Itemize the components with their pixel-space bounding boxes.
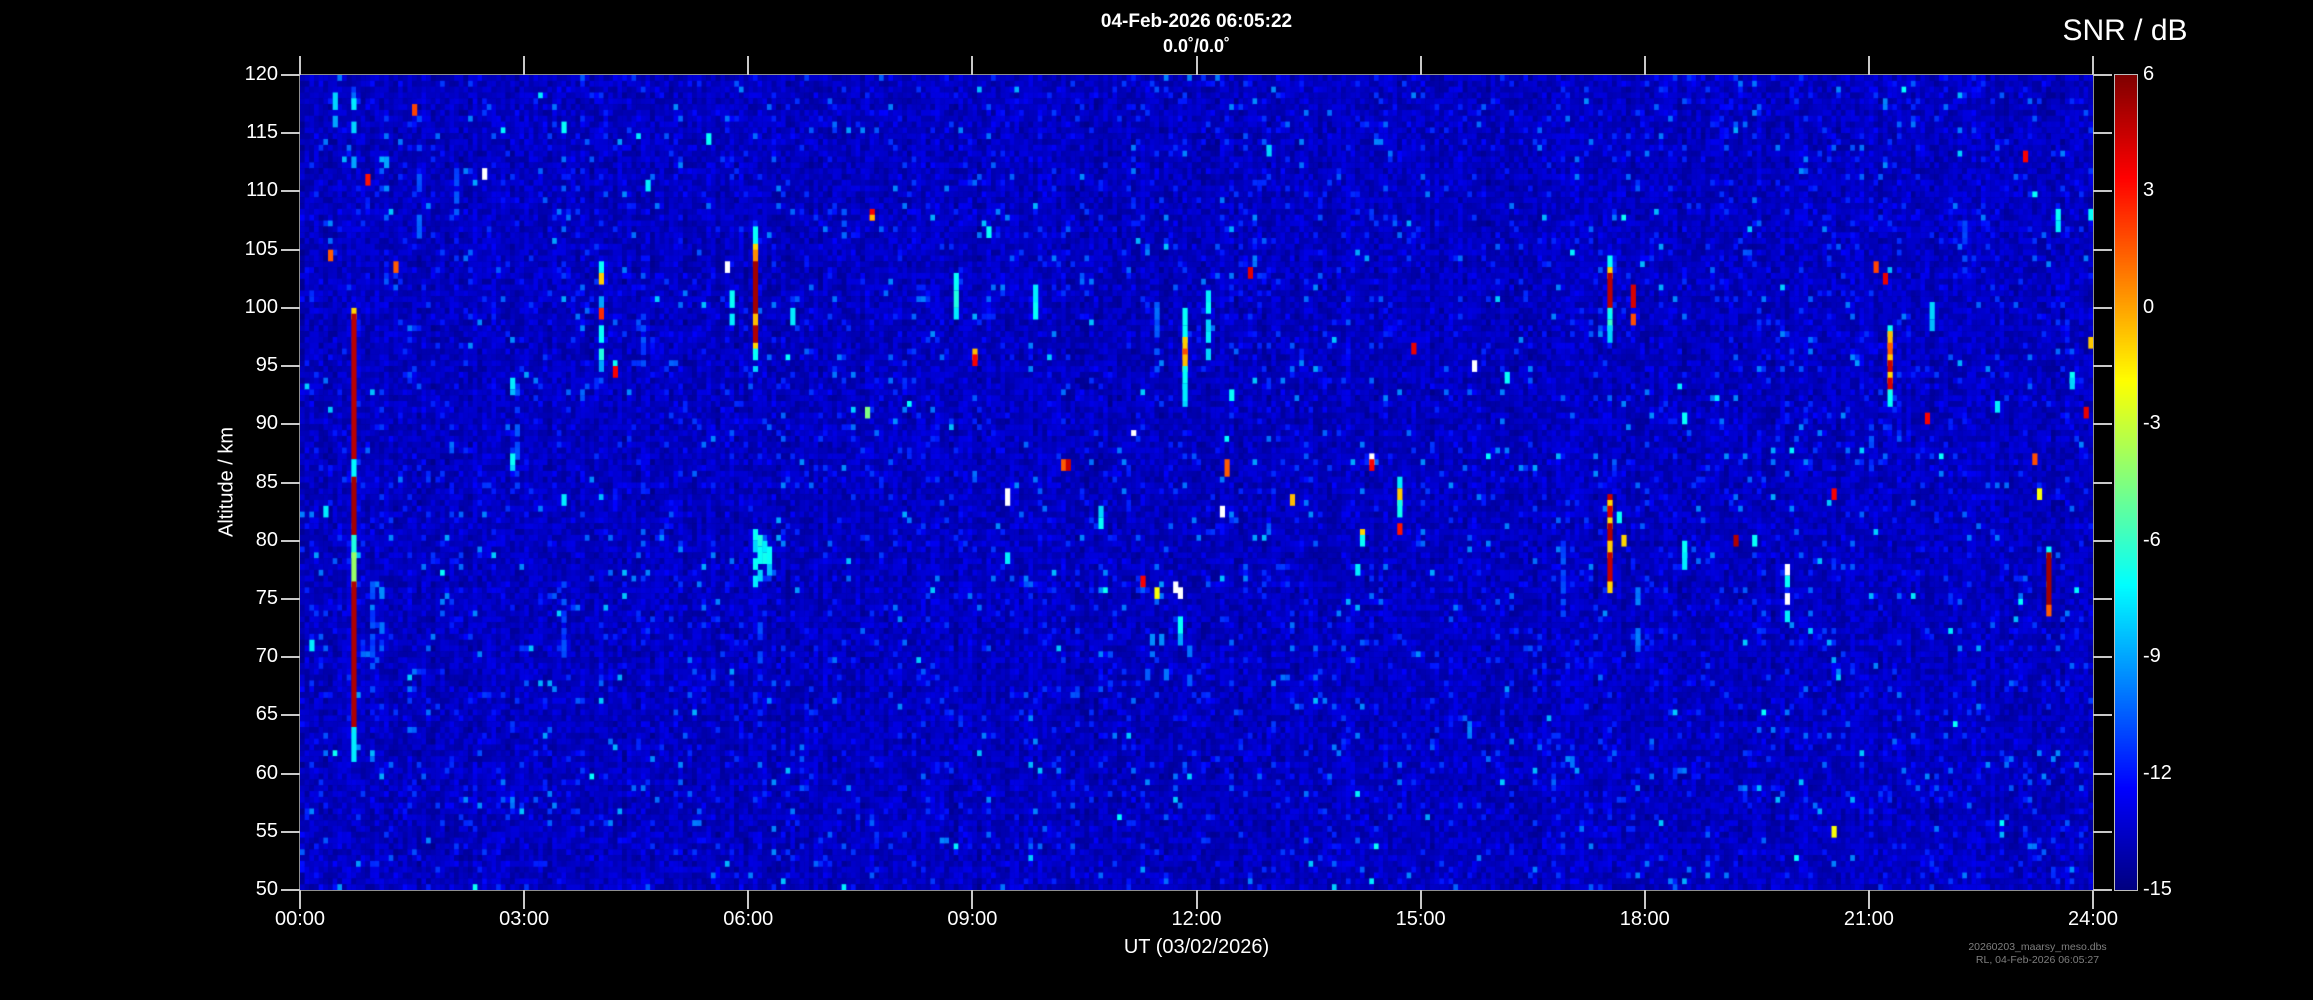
x-tick-label: 06:00 bbox=[723, 908, 774, 930]
y-tick-label: 115 bbox=[246, 121, 278, 144]
x-axis-tick-top bbox=[2092, 56, 2094, 75]
y-tick-label: 95 bbox=[255, 354, 278, 377]
x-axis-tick-top bbox=[523, 56, 526, 75]
colorbar-tick-label: -6 bbox=[2143, 528, 2161, 551]
x-axis-label: UT (03/02/2026) bbox=[1123, 936, 1270, 958]
y-axis-tick bbox=[281, 656, 300, 659]
x-tick-label: 24:00 bbox=[2067, 908, 2119, 930]
plot-title: 04-Feb-2026 06:05:22 bbox=[1100, 11, 1293, 32]
y-axis-tick-right bbox=[2093, 656, 2112, 659]
y-axis-tick bbox=[281, 539, 300, 542]
colorbar-tick-label: -3 bbox=[2143, 412, 2161, 435]
footer-file-label: 20260203_maarsy_meso.dbs bbox=[1968, 941, 2107, 953]
snr-heatmap-canvas bbox=[300, 75, 2093, 890]
y-axis-tick bbox=[281, 830, 300, 833]
x-axis-tick-top bbox=[1867, 56, 1870, 75]
y-axis-label: Altitude / km bbox=[215, 426, 238, 538]
y-axis-tick-right bbox=[2093, 423, 2112, 426]
y-tick-label: 110 bbox=[246, 179, 278, 202]
y-axis-tick bbox=[281, 889, 300, 891]
y-axis-tick bbox=[281, 772, 300, 775]
y-axis-tick-right bbox=[2093, 714, 2112, 717]
y-axis-tick-right bbox=[2093, 190, 2112, 193]
x-axis-tick bbox=[1867, 890, 1870, 909]
x-tick-label: 21:00 bbox=[1843, 908, 1894, 930]
x-axis-tick bbox=[971, 890, 974, 909]
plot-subtitle: 0.0˚/0.0˚ bbox=[1162, 36, 1231, 56]
colorbar-canvas bbox=[2115, 75, 2137, 890]
y-tick-label: 100 bbox=[244, 295, 278, 318]
y-axis-tick bbox=[281, 132, 300, 135]
y-axis-tick-right bbox=[2093, 248, 2112, 251]
y-axis-tick-right bbox=[2093, 830, 2112, 833]
y-axis-tick bbox=[281, 714, 300, 717]
colorbar-title: SNR / dB bbox=[2062, 14, 2188, 47]
colorbar bbox=[2114, 74, 2138, 891]
x-axis-tick bbox=[1419, 890, 1422, 909]
y-tick-label: 75 bbox=[255, 586, 278, 609]
x-axis-tick bbox=[1643, 890, 1646, 909]
y-tick-label: 70 bbox=[255, 645, 278, 668]
x-axis-tick-top bbox=[1195, 56, 1198, 75]
y-axis-tick bbox=[281, 423, 300, 426]
y-axis-tick bbox=[281, 248, 300, 251]
y-axis-tick-right bbox=[2093, 306, 2112, 309]
x-tick-label: 09:00 bbox=[947, 908, 998, 930]
y-axis-tick bbox=[281, 306, 300, 309]
y-axis-tick-right bbox=[2093, 889, 2112, 891]
y-tick-label: 50 bbox=[255, 878, 278, 900]
y-tick-label: 105 bbox=[244, 237, 278, 260]
y-axis-tick-right bbox=[2093, 597, 2112, 600]
x-axis-tick bbox=[1195, 890, 1198, 909]
y-axis-tick-right bbox=[2093, 772, 2112, 775]
x-axis-tick-top bbox=[971, 56, 974, 75]
y-tick-label: 55 bbox=[255, 819, 278, 842]
colorbar-tick-label: -12 bbox=[2143, 761, 2172, 784]
footer-timestamp-label: RL, 04-Feb-2026 06:05:27 bbox=[1975, 953, 2100, 966]
x-tick-label: 00:00 bbox=[274, 908, 326, 930]
x-axis-tick-top bbox=[747, 56, 750, 75]
y-tick-label: 120 bbox=[244, 63, 278, 85]
y-axis-tick-right bbox=[2093, 365, 2112, 368]
heatmap-plot-area bbox=[299, 74, 2094, 891]
x-axis-tick bbox=[2092, 890, 2094, 909]
x-axis-tick bbox=[523, 890, 526, 909]
x-axis-tick-top bbox=[1419, 56, 1422, 75]
y-tick-label: 65 bbox=[255, 703, 278, 726]
x-axis-tick bbox=[299, 890, 301, 909]
y-axis-tick-right bbox=[2093, 481, 2112, 484]
y-axis-tick-right bbox=[2093, 132, 2112, 135]
x-axis-tick bbox=[747, 890, 750, 909]
radar-snr-plot-window: 04-Feb-2026 06:05:22 0.0˚/0.0˚ SNR / dB … bbox=[0, 0, 2313, 1000]
colorbar-tick-label: -9 bbox=[2143, 645, 2161, 668]
y-tick-label: 60 bbox=[255, 761, 278, 784]
y-axis-tick-right bbox=[2093, 74, 2112, 76]
y-axis-tick bbox=[281, 365, 300, 368]
y-axis-tick bbox=[281, 597, 300, 600]
title-block: 04-Feb-2026 06:05:22 0.0˚/0.0˚ bbox=[300, 10, 2093, 58]
y-axis-tick-right bbox=[2093, 539, 2112, 542]
y-axis-tick bbox=[281, 190, 300, 193]
colorbar-tick-label: -15 bbox=[2143, 878, 2172, 900]
colorbar-tick-label: 0 bbox=[2143, 295, 2155, 318]
footer-annotation: 20260203_maarsy_meso.dbs RL, 04-Feb-2026… bbox=[1960, 941, 2115, 966]
y-axis-tick bbox=[281, 481, 300, 484]
y-axis-tick bbox=[281, 74, 300, 76]
x-axis-tick-top bbox=[299, 56, 301, 75]
x-tick-label: 12:00 bbox=[1171, 908, 1222, 930]
x-tick-label: 15:00 bbox=[1395, 908, 1446, 930]
colorbar-tick-label: 6 bbox=[2143, 63, 2155, 85]
x-tick-label: 18:00 bbox=[1619, 908, 1670, 930]
colorbar-tick-label: 3 bbox=[2143, 179, 2155, 202]
x-axis-tick-top bbox=[1643, 56, 1646, 75]
x-tick-label: 03:00 bbox=[499, 908, 550, 930]
